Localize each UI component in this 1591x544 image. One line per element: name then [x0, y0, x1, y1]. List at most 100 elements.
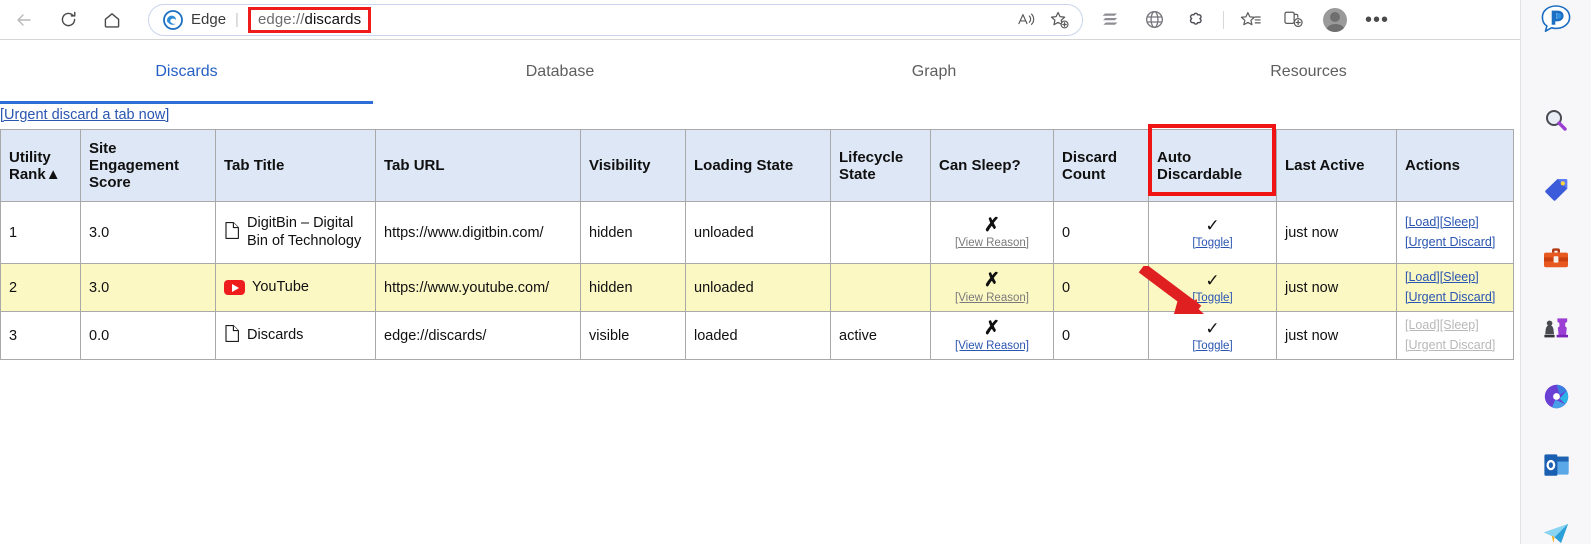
header-engagement-score[interactable]: Site Engagement Score — [80, 129, 216, 202]
edge-logo-icon — [163, 9, 183, 30]
cell-tab-title: DigitBin – Digital Bin of Technology — [215, 201, 376, 264]
toolbar-actions: ••• — [1093, 0, 1396, 40]
shopping-tag-icon — [1544, 178, 1567, 201]
cell-utility-rank: 3 — [0, 311, 81, 361]
toolbar-divider — [1223, 10, 1224, 29]
browser-toolbar: Edge | edge://discards ••• — [0, 0, 1520, 40]
sidebar-item-games[interactable] — [1521, 303, 1591, 351]
tab-resources[interactable]: Resources — [1121, 41, 1496, 103]
cell-tab-url: https://www.youtube.com/ — [375, 262, 581, 313]
header-actions: Actions — [1396, 129, 1514, 202]
extensions-icon[interactable] — [1177, 4, 1215, 36]
actions-urgent-discard-link[interactable]: [Urgent Discard] — [1405, 290, 1495, 304]
page-tabs: Discards Database Graph Resources — [0, 41, 1520, 104]
tab-database-label: Database — [525, 63, 595, 80]
table-body: 1 3.0 DigitBin – Digital Bin of Technolo… — [0, 201, 1514, 361]
cell-visibility: visible — [580, 311, 686, 361]
url-input[interactable]: edge://discards — [247, 6, 372, 33]
cell-actions: [Load][Sleep] [Urgent Discard] — [1396, 262, 1514, 313]
header-loading-state[interactable]: Loading State — [685, 129, 831, 202]
tools-icon — [1544, 247, 1568, 267]
actions-load-sleep-link[interactable]: [Load][Sleep] — [1405, 215, 1479, 229]
sort-ascending-icon: ▲ — [45, 165, 61, 183]
sidebar-item-copilot[interactable] — [1521, 0, 1591, 40]
cell-actions: [Load][Sleep] [Urgent Discard] — [1396, 311, 1514, 361]
table-row: 2 3.0 YouTube https://www.youtube.com/ h… — [0, 262, 1514, 313]
auto-discardable-toggle-link[interactable]: [Toggle] — [1157, 292, 1268, 304]
check-icon: ✓ — [1205, 318, 1220, 338]
tab-resources-label: Resources — [1270, 63, 1347, 80]
avatar[interactable] — [1316, 4, 1354, 36]
url-scheme: edge:// — [257, 11, 305, 28]
tab-title-text: YouTube — [252, 278, 309, 295]
cell-loading-state: unloaded — [685, 201, 831, 264]
active-tab-indicator — [0, 101, 373, 104]
sidebar-item-tools[interactable] — [1521, 234, 1591, 282]
check-icon: ✓ — [1205, 270, 1220, 290]
cell-can-sleep: ✗ [View Reason] — [930, 262, 1054, 313]
cell-tab-title: YouTube — [215, 262, 376, 313]
sidebar-item-telegram[interactable] — [1521, 510, 1591, 544]
cell-visibility: hidden — [580, 201, 686, 264]
add-favorite-icon[interactable] — [1044, 6, 1074, 34]
tab-graph[interactable]: Graph — [747, 41, 1121, 103]
actions-load-sleep-link[interactable]: [Load][Sleep] — [1405, 270, 1479, 284]
tab-database[interactable]: Database — [373, 41, 747, 103]
home-button[interactable] — [92, 4, 132, 36]
header-auto-discardable[interactable]: Auto Discardable — [1148, 129, 1277, 202]
globe-icon[interactable] — [1135, 4, 1173, 36]
back-button[interactable] — [4, 4, 44, 36]
view-reason-link[interactable]: [View Reason] — [939, 292, 1045, 304]
collections-icon[interactable] — [1093, 4, 1131, 36]
cell-can-sleep: ✗ [View Reason] — [930, 201, 1054, 264]
copilot-icon — [1541, 5, 1571, 32]
cell-auto-discardable: ✓ [Toggle] — [1148, 262, 1277, 313]
split-screen-icon[interactable] — [1274, 4, 1312, 36]
actions-urgent-discard-link[interactable]: [Urgent Discard] — [1405, 235, 1495, 249]
tab-discards[interactable]: Discards — [0, 41, 373, 103]
cell-engagement-score: 0.0 — [80, 311, 216, 361]
cell-discard-count: 0 — [1053, 201, 1149, 264]
sidebar-item-microsoft-365[interactable] — [1521, 372, 1591, 420]
search-icon — [1546, 110, 1567, 131]
cell-lifecycle-state — [830, 201, 931, 264]
header-discard-count[interactable]: Discard Count — [1053, 129, 1149, 202]
header-utility-rank-label: Utility Rank — [9, 148, 51, 183]
discards-table: Utility Rank▲ Site Engagement Score Tab … — [0, 129, 1514, 361]
favorites-icon[interactable] — [1232, 4, 1270, 36]
view-reason-link[interactable]: [View Reason] — [939, 237, 1045, 249]
cell-utility-rank: 1 — [0, 201, 81, 264]
read-aloud-icon[interactable] — [1012, 6, 1042, 34]
sidebar-item-shopping[interactable] — [1521, 165, 1591, 213]
header-utility-rank[interactable]: Utility Rank▲ — [0, 129, 81, 202]
auto-discardable-toggle-link[interactable]: [Toggle] — [1157, 237, 1268, 249]
actions-load-sleep-link: [Load][Sleep] — [1405, 318, 1479, 333]
view-reason-link[interactable]: [View Reason] — [939, 340, 1045, 352]
header-tab-title[interactable]: Tab Title — [215, 129, 376, 202]
sidebar-item-outlook[interactable] — [1521, 441, 1591, 489]
url-path: discards — [304, 11, 362, 28]
header-lifecycle-state[interactable]: Lifecycle State — [830, 129, 931, 202]
header-visibility[interactable]: Visibility — [580, 129, 686, 202]
microsoft-365-icon — [1544, 384, 1568, 408]
omnibox-separator: | — [235, 11, 239, 28]
header-tab-url[interactable]: Tab URL — [375, 129, 581, 202]
cell-tab-url: edge://discards/ — [375, 311, 581, 361]
cell-last-active: just now — [1276, 201, 1397, 264]
header-can-sleep[interactable]: Can Sleep? — [930, 129, 1054, 202]
address-bar[interactable]: Edge | edge://discards — [148, 3, 1083, 36]
cell-tab-title: Discards — [215, 311, 376, 361]
actions-urgent-discard-link: [Urgent Discard] — [1405, 337, 1496, 352]
tab-title-text: DigitBin – Digital Bin of Technology — [247, 214, 362, 249]
cell-loading-state: loaded — [685, 311, 831, 361]
refresh-button[interactable] — [48, 4, 88, 36]
urgent-discard-link[interactable]: [Urgent discard a tab now] — [0, 107, 169, 123]
cell-loading-state: unloaded — [685, 262, 831, 313]
settings-and-more-icon[interactable]: ••• — [1358, 4, 1396, 36]
cell-auto-discardable: ✓ [Toggle] — [1148, 311, 1277, 361]
header-last-active[interactable]: Last Active — [1276, 129, 1397, 202]
cell-engagement-score: 3.0 — [80, 201, 216, 264]
auto-discardable-toggle-link[interactable]: [Toggle] — [1157, 340, 1268, 352]
telegram-icon — [1544, 524, 1568, 543]
sidebar-item-search[interactable] — [1521, 96, 1591, 144]
